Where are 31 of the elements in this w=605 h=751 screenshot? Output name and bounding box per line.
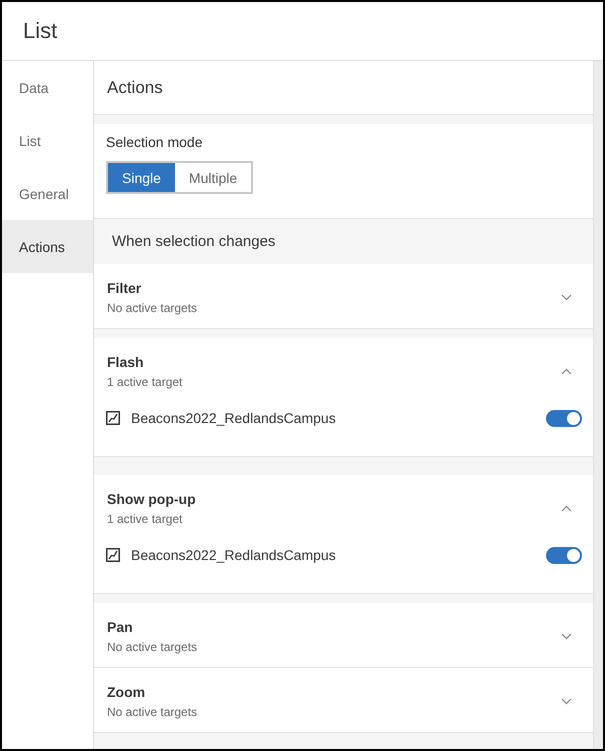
chevron-down-icon[interactable] — [561, 633, 572, 640]
action-title: Filter — [107, 279, 142, 297]
scrollbar-track[interactable] — [593, 61, 603, 749]
action-title: Flash — [107, 353, 145, 371]
section-header: Actions — [107, 78, 163, 98]
target-name: Beacons2022_RedlandsCampus — [131, 410, 337, 426]
panel-title: List — [23, 18, 58, 44]
sidebar-tab[interactable]: General — [2, 167, 93, 220]
field-label: Selection mode — [106, 134, 204, 150]
action-title: Zoom — [107, 683, 146, 701]
sidebar-tab[interactable]: Actions — [2, 220, 93, 273]
chevron-up-icon[interactable] — [561, 505, 572, 512]
layer-icon — [106, 548, 120, 562]
sidebar-tab[interactable]: List — [2, 114, 93, 167]
action-title: Show pop-up — [107, 490, 197, 508]
chevron-down-icon[interactable] — [561, 698, 572, 705]
action-subtitle: 1 active target — [107, 374, 184, 390]
target-name: Beacons2022_RedlandsCampus — [131, 547, 337, 563]
action-subtitle: No active targets — [107, 704, 198, 720]
action-subtitle: No active targets — [107, 639, 198, 655]
toggle-switch[interactable] — [546, 546, 582, 564]
sidebar-tab[interactable]: Data — [2, 61, 93, 114]
chevron-up-icon[interactable] — [561, 368, 572, 375]
section-heading: When selection changes — [111, 232, 276, 252]
toggle-switch[interactable] — [546, 410, 582, 426]
chevron-down-icon[interactable] — [561, 294, 572, 301]
layer-icon — [106, 411, 120, 425]
action-subtitle: 1 active target — [107, 511, 184, 527]
segment-button[interactable]: Single — [108, 163, 175, 192]
action-title: Pan — [107, 618, 134, 636]
action-subtitle: No active targets — [107, 300, 198, 316]
